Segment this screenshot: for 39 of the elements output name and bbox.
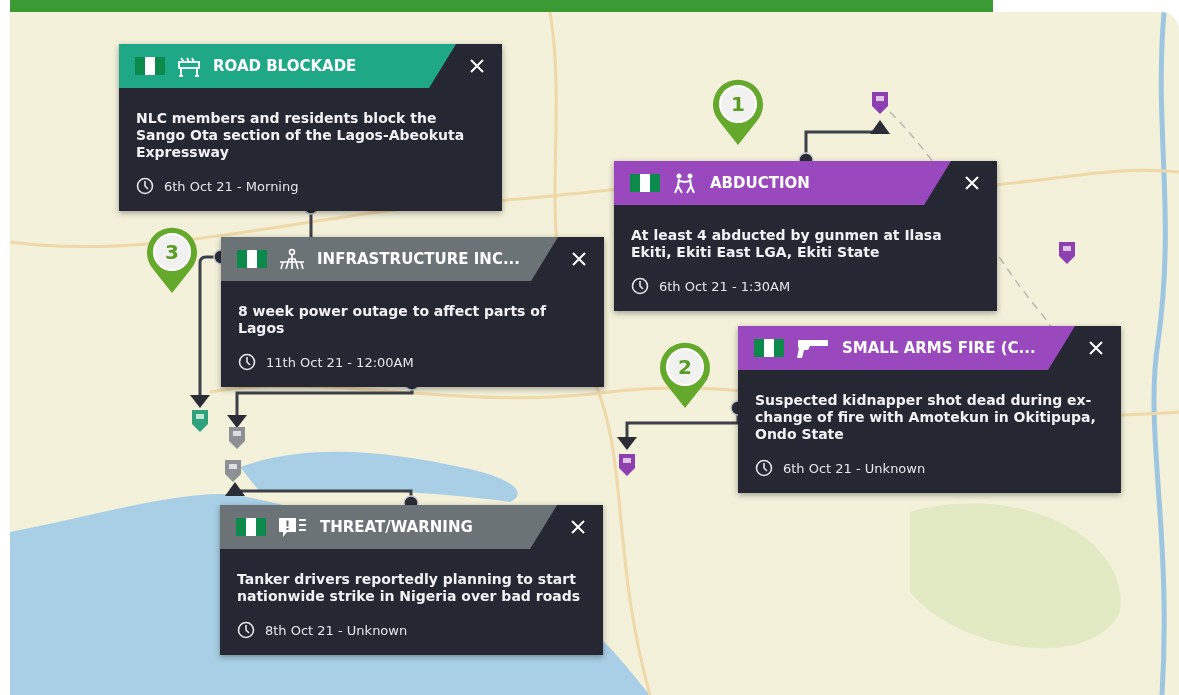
incident-description: Tanker drivers reportedly planning to start nationwide strike in Nigeria over bad roads — [237, 571, 582, 605]
barrier-icon — [177, 55, 201, 77]
clock-icon — [631, 277, 649, 295]
clock-icon — [136, 177, 154, 195]
flag-icon — [754, 339, 784, 357]
flag-icon — [135, 57, 165, 75]
map-marker-icon — [225, 460, 241, 482]
incident-description: At least 4 abducted by gunmen at Ilasa Ekiti, Ekiti East LGA, Ekiti State — [631, 227, 943, 261]
incident-time: 11th Oct 21 - 12:00AM — [266, 354, 414, 370]
map-pin: 3 — [145, 227, 199, 295]
flag-icon — [630, 174, 660, 192]
clock-icon — [755, 459, 773, 477]
clock-icon — [237, 621, 255, 639]
map-marker-icon — [229, 427, 245, 449]
map-marker-icon — [872, 92, 888, 114]
map-marker-icon — [619, 454, 635, 476]
incident-description: 8 week power outage to affect parts of Lagos — [238, 303, 548, 337]
card-title: INFRASTRUCTURE INC... — [317, 250, 521, 268]
speech-warning-icon — [278, 516, 308, 538]
card-title: SMALL ARMS FIRE (C... — [842, 339, 1037, 357]
pistol-icon — [796, 337, 830, 359]
tower-icon — [279, 248, 305, 270]
incident-description: NLC members and residents block the Sango Ota section of the Lagos-Abeokuta Expressway — [136, 110, 466, 161]
flag-icon — [236, 518, 266, 536]
map-pin: 1 — [711, 79, 765, 147]
incident-time: 6th Oct 21 - Unknown — [783, 460, 926, 476]
clock-icon — [238, 353, 256, 371]
flag-icon — [237, 250, 267, 268]
card-title: ROAD BLOCKADE — [213, 57, 358, 75]
figures-icon — [672, 172, 698, 194]
incident-time: 8th Oct 21 - Unknown — [265, 622, 408, 638]
map-marker-icon — [192, 410, 208, 432]
card-title: THREAT/WARNING — [320, 518, 474, 536]
incident-time: 6th Oct 21 - Morning — [164, 178, 299, 194]
map-marker-icon — [1059, 242, 1075, 264]
incident-description: Suspected kidnapper shot dead during ex-change of fire with Amotekun in Okitipupa, Ondo State — [755, 392, 1097, 443]
card-title: ABDUCTION — [710, 174, 811, 192]
incident-time: 6th Oct 21 - 1:30AM — [659, 278, 791, 294]
map-pin: 2 — [658, 342, 712, 410]
